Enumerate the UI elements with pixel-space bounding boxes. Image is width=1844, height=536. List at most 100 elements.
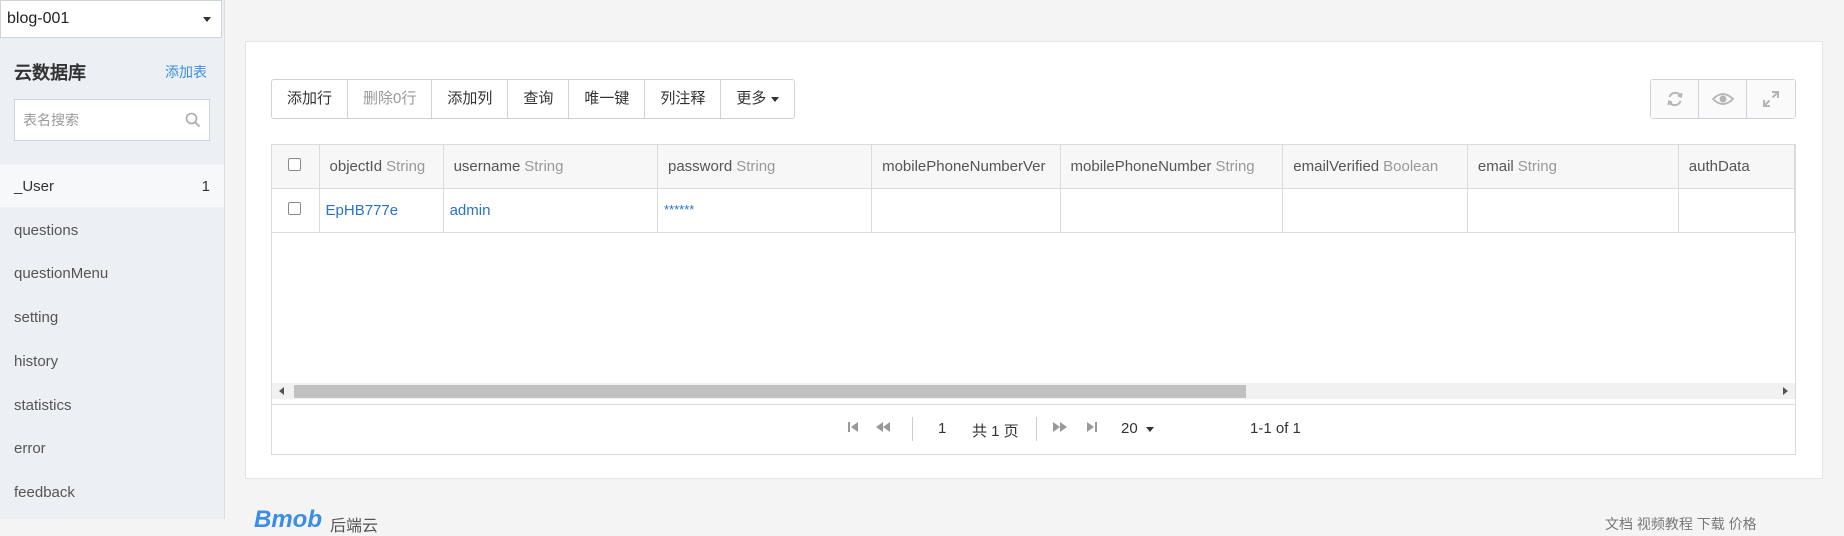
table-search-box [14,99,210,141]
query-button[interactable]: 查询 [508,80,570,118]
table-header-row: objectId String username String password St… [272,145,1795,189]
column-name: password [667,157,733,175]
column-name: authData [1688,157,1750,175]
column-type: Boolean [1383,157,1439,175]
caret-down-icon [203,17,211,22]
row-count-badge: 1 [201,177,210,195]
refresh-icon [1667,91,1682,107]
divider [1036,417,1037,441]
more-label: 更多 [736,90,767,107]
sidebar-item-user[interactable]: _User 1 [0,165,224,207]
column-name: email [1477,157,1514,175]
object-id-cell[interactable]: EpHB777e [319,188,444,233]
sidebar-item-questions[interactable]: questions [0,209,224,251]
sidebar-item-setting[interactable]: setting [0,296,224,338]
column-header[interactable]: authData [1678,145,1795,189]
table-cell[interactable] [1060,188,1284,233]
column-name: username [453,157,521,175]
column-type: String [524,157,564,175]
footer-logo: Bmob [254,506,322,533]
data-table: objectId String username String password St… [271,144,1796,455]
pagination: 1 共 1 页 20 1-1 of 1 [272,405,1795,454]
column-type: String [1215,157,1255,175]
sidebar-item-label: questions [14,221,79,239]
username-cell[interactable]: admin [443,188,658,233]
sidebar: blog-001 云数据库 添加表 _User 1 questions ques… [0,0,225,519]
page-number-input[interactable]: 1 [938,420,946,437]
column-type: String [736,157,776,175]
prev-page-icon[interactable] [875,420,891,438]
delete-rows-button[interactable]: 删除0行 [348,80,433,118]
sidebar-item-label: history [14,352,59,370]
table-cell[interactable] [1282,188,1468,233]
unique-key-button[interactable]: 唯一键 [569,80,646,118]
column-header[interactable]: emailVerified Boolean [1282,145,1468,189]
row-select-cell [272,188,320,233]
sidebar-item-feedback[interactable]: feedback [0,471,224,513]
sidebar-item-label: statistics [14,396,72,414]
fullscreen-button[interactable] [1747,80,1795,118]
column-header[interactable]: mobilePhoneNumber String [1060,145,1284,189]
sidebar-item-label: questionMenu [14,264,109,282]
password-cell[interactable]: ****** [657,188,873,233]
caret-down-icon [1145,426,1154,432]
table-toolbar: 添加行 删除0行 添加列 查询 唯一键 列注释 更多 [271,79,796,119]
column-name: mobilePhoneNumber [1070,157,1212,175]
column-name: objectId [329,157,383,175]
view-tools [1650,79,1796,119]
more-dropdown-button[interactable]: 更多 [721,80,794,118]
table-search-input[interactable] [21,111,185,129]
sidebar-item-label: setting [14,308,59,326]
add-table-link[interactable]: 添加表 [165,62,207,82]
select-all-checkbox[interactable] [288,157,301,171]
select-all-cell [272,145,320,189]
expand-icon [1763,91,1779,107]
refresh-button[interactable] [1651,80,1699,118]
column-header[interactable]: mobilePhoneNumberVer [871,145,1061,189]
caret-down-icon [771,96,780,102]
visibility-button[interactable] [1699,80,1747,118]
footer-subtitle: 后端云 [330,518,379,535]
record-range-label: 1-1 of 1 [1250,420,1301,437]
column-header[interactable]: objectId String [319,145,444,189]
column-header[interactable]: email String [1467,145,1679,189]
scroll-left-icon[interactable] [279,387,284,395]
column-header[interactable]: password String [657,145,873,189]
sidebar-title: 云数据库 [14,63,86,83]
column-type: String [1517,157,1557,175]
horizontal-scrollbar[interactable] [272,383,1795,399]
sidebar-item-statistics[interactable]: statistics [0,384,224,426]
search-icon[interactable] [185,112,201,132]
sidebar-item-history[interactable]: history [0,340,224,382]
sidebar-item-label: error [14,439,46,457]
table-cell[interactable] [871,188,1061,233]
last-page-icon[interactable] [1086,420,1098,438]
scrollbar-thumb[interactable] [294,385,1246,398]
add-column-button[interactable]: 添加列 [432,80,509,118]
sidebar-item-label: _User [14,177,55,195]
column-name: emailVerified [1293,157,1380,175]
next-page-icon[interactable] [1052,420,1068,438]
column-comment-button[interactable]: 列注释 [645,80,722,118]
add-row-button[interactable]: 添加行 [272,80,349,118]
sidebar-item-error[interactable]: error [0,427,224,469]
table-cell[interactable] [1467,188,1679,233]
first-page-icon[interactable] [847,420,859,438]
table-cell[interactable] [1678,188,1795,233]
column-header[interactable]: username String [443,145,658,189]
page-size-value: 20 [1121,420,1138,437]
sidebar-item-label: feedback [14,483,75,501]
eye-icon [1711,93,1734,105]
sidebar-item-questionmenu[interactable]: questionMenu [0,252,224,294]
table-row: EpHB777e admin ****** [272,188,1795,233]
total-pages-label: 共 1 页 [972,423,1019,440]
scroll-right-icon[interactable] [1783,387,1788,395]
row-checkbox[interactable] [288,201,301,215]
page-size-select[interactable]: 20 [1121,420,1154,437]
column-type: String [386,157,426,175]
database-select-value: blog-001 [7,10,70,27]
column-name: mobilePhoneNumberVer [882,157,1046,175]
footer-links[interactable]: 文档 视频教程 下载 价格 [1605,514,1757,534]
database-select[interactable]: blog-001 [0,0,222,38]
divider [912,417,913,441]
